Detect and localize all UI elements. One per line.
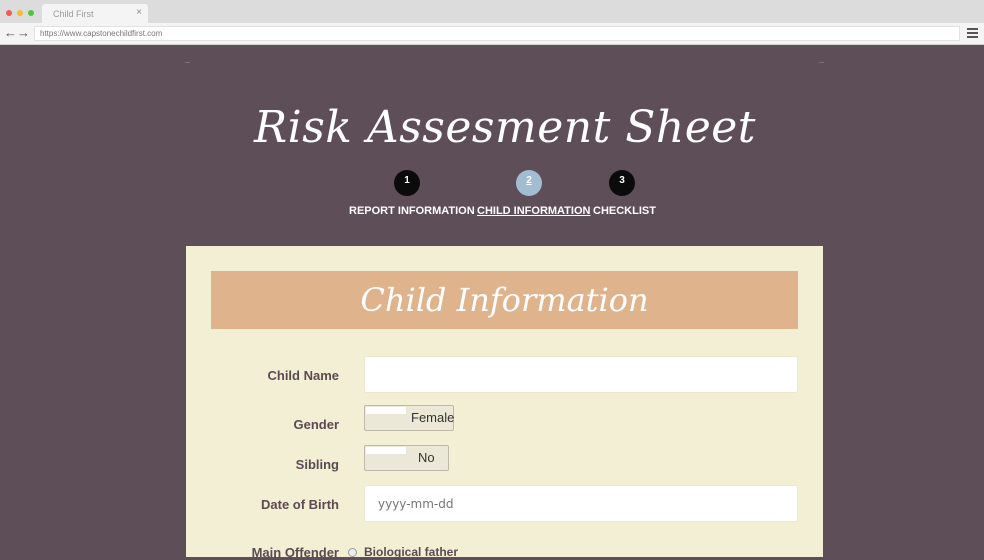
date-of-birth-input[interactable] xyxy=(364,485,798,522)
tab-close-icon[interactable]: × xyxy=(136,7,142,18)
section-banner: Child Information xyxy=(211,271,798,329)
biological-father-radio[interactable] xyxy=(348,548,357,557)
decorative-corner-right xyxy=(819,62,824,66)
decorative-corner-left xyxy=(185,62,190,66)
page-title: Risk Assesment Sheet xyxy=(254,102,756,153)
close-window-button[interactable] xyxy=(6,10,12,16)
address-bar[interactable]: https://www.capstonechildfirst.com xyxy=(34,26,960,41)
section-title: Child Information xyxy=(360,281,649,319)
step-3-circle[interactable]: 3 xyxy=(609,170,635,196)
step-child-information[interactable]: CHILD INFORMATION xyxy=(477,205,590,217)
child-name-input[interactable] xyxy=(364,356,798,393)
browser-tab-strip: Child First × xyxy=(0,0,984,23)
toggle-knob xyxy=(366,447,406,454)
main-offender-label: Main Offender xyxy=(251,545,339,560)
browser-toolbar: ← → https://www.capstonechildfirst.com xyxy=(0,23,984,45)
child-name-label: Child Name xyxy=(267,368,339,383)
sibling-value: No xyxy=(418,450,435,465)
date-of-birth-label: Date of Birth xyxy=(261,497,339,512)
gender-value: Female xyxy=(411,410,455,425)
gender-label: Gender xyxy=(293,417,339,432)
sibling-toggle[interactable]: No xyxy=(364,445,449,471)
step-1-circle[interactable]: 1 xyxy=(394,170,420,196)
form-card: Child Information Child Name Gender Fema… xyxy=(186,246,823,560)
step-report-information[interactable]: REPORT INFORMATION xyxy=(349,205,475,217)
gender-toggle[interactable]: Female xyxy=(364,405,454,431)
browser-tab[interactable]: Child First × xyxy=(42,4,148,23)
tab-title: Child First xyxy=(53,9,94,19)
arrow-right-icon[interactable]: → xyxy=(17,25,30,41)
toggle-knob xyxy=(366,407,406,414)
sibling-label: Sibling xyxy=(295,457,339,472)
minimize-window-button[interactable] xyxy=(17,10,23,16)
maximize-window-button[interactable] xyxy=(28,10,34,16)
step-checklist[interactable]: CHECKLIST xyxy=(593,205,656,217)
step-2-circle[interactable]: 2 xyxy=(516,170,542,196)
hamburger-menu-icon[interactable] xyxy=(967,28,978,40)
arrow-left-icon[interactable]: ← xyxy=(4,25,17,41)
